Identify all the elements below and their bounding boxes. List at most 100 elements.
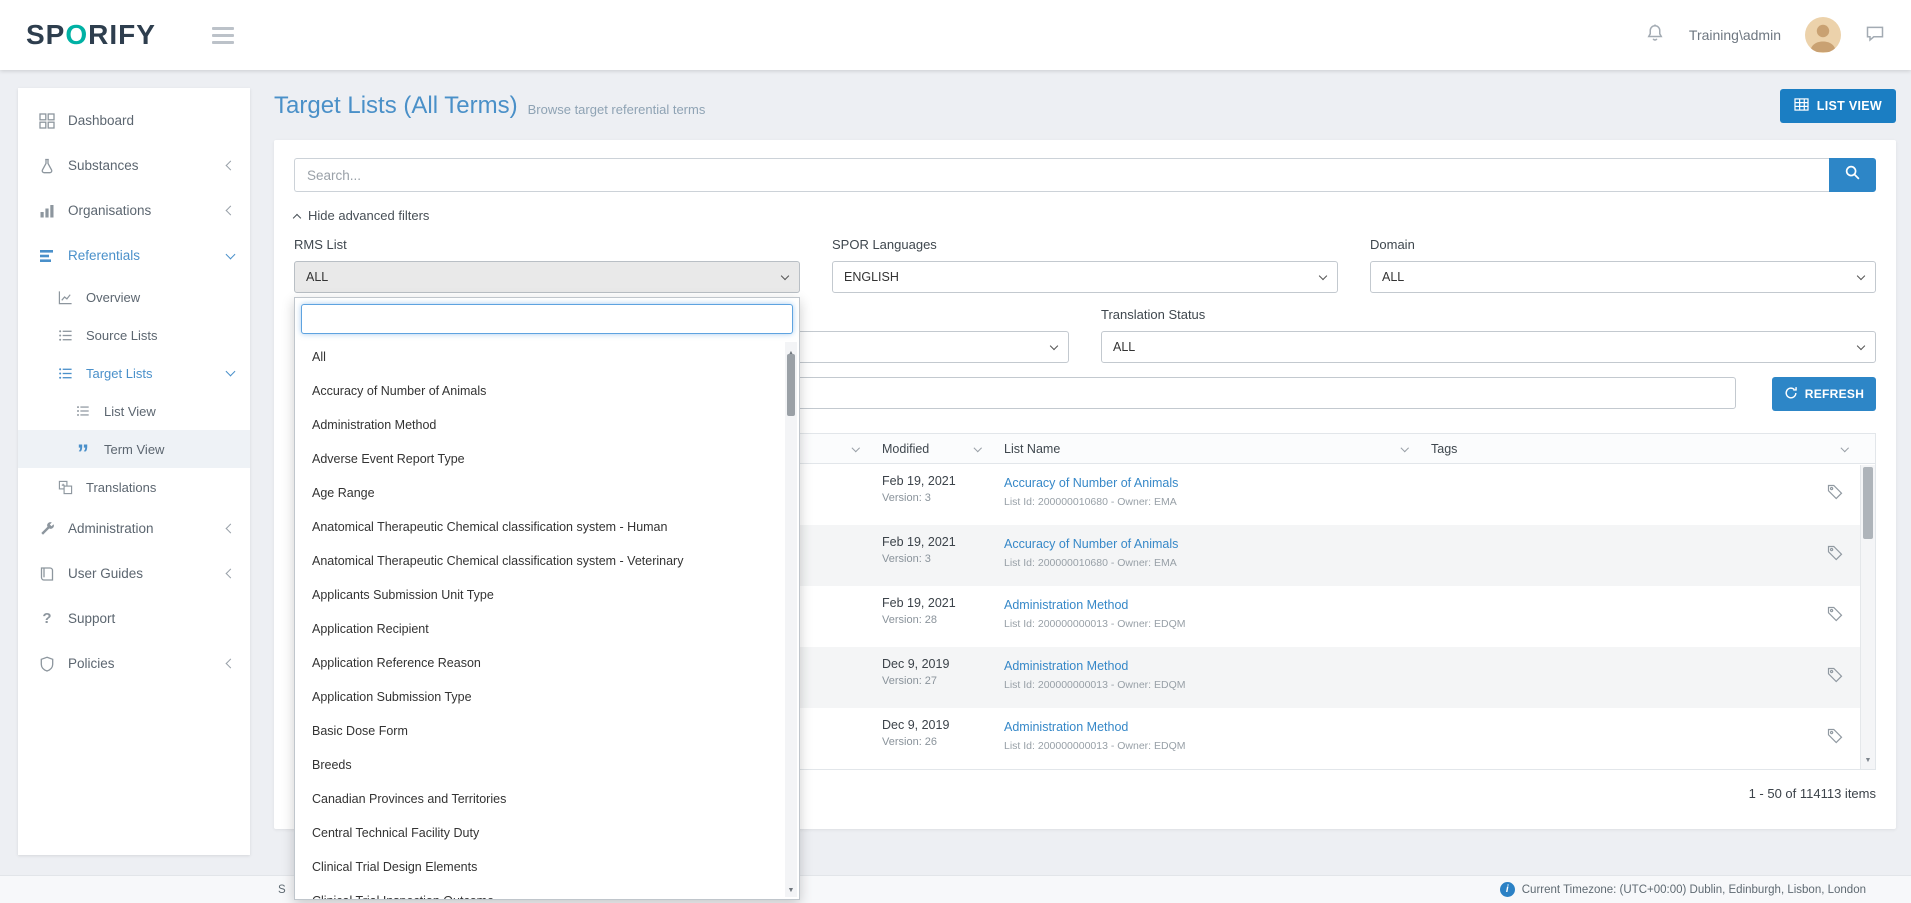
sidebar-item-translations[interactable]: Translations [18, 468, 250, 506]
sidebar-item-list-view[interactable]: List View [18, 392, 250, 430]
refresh-button-label: REFRESH [1805, 387, 1864, 401]
dropdown-option[interactable]: Breeds [295, 748, 799, 782]
dropdown-option[interactable]: All [295, 340, 799, 374]
app-logo[interactable]: SPORIFY [26, 19, 156, 51]
sidebar-item-user-guides[interactable]: User Guides [18, 551, 250, 596]
sidebar-item-label: Target Lists [86, 366, 152, 381]
dropdown-option[interactable]: Anatomical Therapeutic Chemical classifi… [295, 544, 799, 578]
menu-toggle-icon[interactable] [212, 27, 234, 44]
user-guides-icon [38, 566, 56, 582]
search-button[interactable] [1829, 158, 1876, 192]
chevron-down-icon [781, 272, 789, 280]
rms-list-label: RMS List [294, 237, 800, 252]
sidebar-item-referentials[interactable]: Referentials [18, 233, 250, 278]
refresh-button[interactable]: REFRESH [1772, 377, 1876, 411]
dropdown-option[interactable]: Adverse Event Report Type [295, 442, 799, 476]
sidebar-item-substances[interactable]: Substances [18, 143, 250, 188]
sidebar-item-dashboard[interactable]: Dashboard [18, 98, 250, 143]
sidebar-item-label: Overview [86, 290, 140, 305]
table-header-list-name[interactable]: List Name [992, 434, 1419, 463]
version-label: Version: 26 [882, 736, 980, 748]
sidebar: Dashboard Substances Organisations Refer… [18, 88, 250, 855]
tag-icon[interactable] [1827, 667, 1843, 688]
dropdown-search-input[interactable] [301, 304, 793, 334]
sidebar-item-policies[interactable]: Policies [18, 641, 250, 686]
chat-icon[interactable] [1865, 23, 1885, 48]
domain-value: ALL [1382, 270, 1404, 284]
sidebar-item-label: Support [68, 611, 115, 626]
footer-timezone: Current Timezone: (UTC+00:00) Dublin, Ed… [1500, 882, 1866, 897]
table-scrollbar[interactable] [1860, 465, 1875, 769]
list-name-link[interactable]: Accuracy of Number of Animals [1004, 537, 1178, 551]
dropdown-scrollbar[interactable] [785, 342, 797, 897]
sort-chevron-icon[interactable] [973, 444, 981, 452]
dropdown-option[interactable]: Clinical Trial Design Elements [295, 850, 799, 884]
scrollbar-thumb[interactable] [787, 354, 795, 416]
dropdown-option[interactable]: Accuracy of Number of Animals [295, 374, 799, 408]
dropdown-option[interactable]: Age Range [295, 476, 799, 510]
dropdown-option[interactable]: Anatomical Therapeutic Chemical classifi… [295, 510, 799, 544]
tag-icon[interactable] [1827, 545, 1843, 566]
list-meta: List Id: 200000010680 - Owner: EMA [1004, 496, 1407, 508]
sidebar-item-term-view[interactable]: Term View [18, 430, 250, 468]
spor-languages-value: ENGLISH [844, 270, 899, 284]
sidebar-item-administration[interactable]: Administration [18, 506, 250, 551]
modified-date: Feb 19, 2021 [882, 596, 980, 610]
scroll-down-arrow[interactable] [1861, 749, 1875, 767]
table-header-modified[interactable]: Modified [870, 434, 992, 463]
domain-filter: Domain ALL [1370, 237, 1876, 293]
sidebar-item-target-lists[interactable]: Target Lists [18, 354, 250, 392]
tag-icon[interactable] [1827, 484, 1843, 505]
domain-select[interactable]: ALL [1370, 261, 1876, 293]
spor-languages-select[interactable]: ENGLISH [832, 261, 1338, 293]
sidebar-item-support[interactable]: ? Support [18, 596, 250, 641]
list-meta: List Id: 200000010680 - Owner: EMA [1004, 557, 1407, 569]
referentials-icon [38, 248, 56, 264]
sidebar-item-overview[interactable]: Overview [18, 278, 250, 316]
dropdown-option[interactable]: Applicants Submission Unit Type [295, 578, 799, 612]
sort-chevron-icon[interactable] [1400, 444, 1408, 452]
scrollbar-thumb[interactable] [1863, 467, 1873, 539]
sort-chevron-icon[interactable] [851, 444, 859, 452]
user-menu[interactable]: Training\admin [1689, 27, 1781, 43]
search-icon [1844, 164, 1861, 186]
table-grid-icon [1794, 98, 1809, 114]
hide-advanced-filters-link[interactable]: Hide advanced filters [294, 208, 429, 223]
translation-status-label: Translation Status [1101, 307, 1876, 322]
footer: S Current Timezone: (UTC+00:00) Dublin, … [0, 875, 1911, 903]
list-name-link[interactable]: Accuracy of Number of Animals [1004, 476, 1178, 490]
page-header: Target Lists (All Terms) Browse target r… [274, 88, 1896, 124]
row-list-name-cell: Administration Method List Id: 200000000… [992, 586, 1419, 647]
row-tags-cell [1419, 586, 1859, 647]
list-name-link[interactable]: Administration Method [1004, 659, 1128, 673]
avatar[interactable] [1805, 17, 1841, 53]
dropdown-option[interactable]: Application Recipient [295, 612, 799, 646]
modified-date: Feb 19, 2021 [882, 474, 980, 488]
dropdown-option[interactable]: Administration Method [295, 408, 799, 442]
scroll-down-arrow[interactable] [785, 879, 797, 897]
dropdown-option[interactable]: Central Technical Facility Duty [295, 816, 799, 850]
sidebar-item-source-lists[interactable]: Source Lists [18, 316, 250, 354]
sidebar-item-label: List View [104, 404, 156, 419]
sort-chevron-icon[interactable] [1840, 444, 1848, 452]
dropdown-option[interactable]: Clinical Trial Inspection Outcome [295, 884, 799, 900]
rms-list-select[interactable]: ALL [294, 261, 800, 293]
list-name-link[interactable]: Administration Method [1004, 720, 1128, 734]
dropdown-option[interactable]: Canadian Provinces and Territories [295, 782, 799, 816]
tag-icon[interactable] [1827, 606, 1843, 627]
bell-icon[interactable] [1645, 23, 1665, 48]
dropdown-option[interactable]: Application Reference Reason [295, 646, 799, 680]
search-bar [294, 158, 1876, 192]
tag-icon[interactable] [1827, 728, 1843, 749]
dropdown-option[interactable]: Application Submission Type [295, 680, 799, 714]
table-header-tags[interactable]: Tags [1419, 434, 1859, 463]
dropdown-option[interactable]: Basic Dose Form [295, 714, 799, 748]
list-view-button[interactable]: LIST VIEW [1780, 89, 1896, 123]
search-input[interactable] [294, 158, 1829, 192]
refresh-icon [1784, 386, 1798, 403]
sidebar-item-organisations[interactable]: Organisations [18, 188, 250, 233]
row-tags-cell [1419, 708, 1859, 769]
translation-status-select[interactable]: ALL [1101, 331, 1876, 363]
list-name-link[interactable]: Administration Method [1004, 598, 1128, 612]
chevron-down-icon [1857, 272, 1865, 280]
